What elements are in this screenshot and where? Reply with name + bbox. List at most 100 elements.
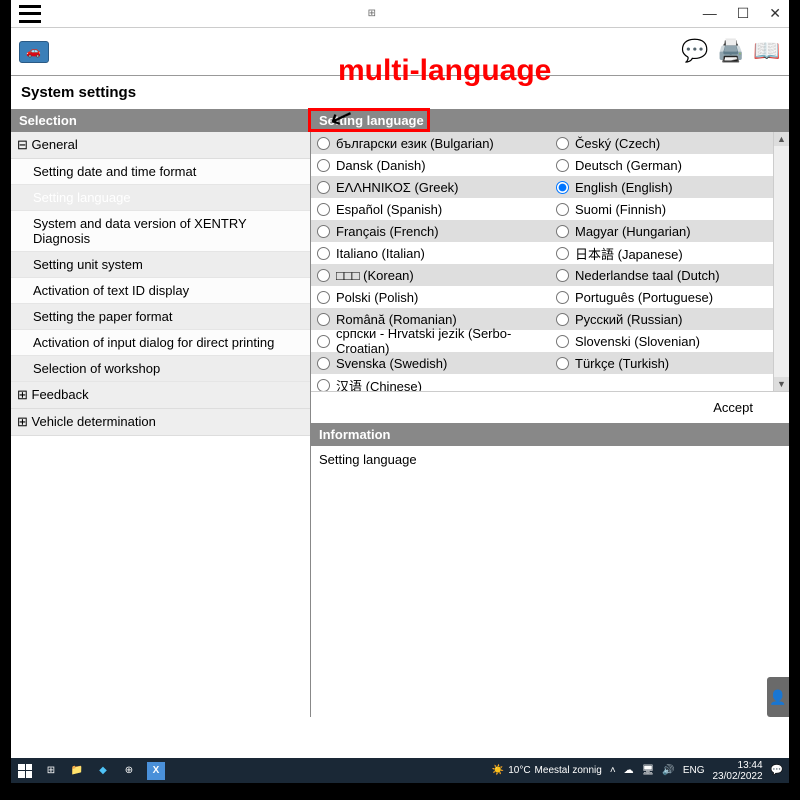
language-option[interactable]: Deutsch (German)	[550, 154, 789, 176]
language-label: Slovenski (Slovenian)	[575, 334, 700, 349]
language-grid: български език (Bulgarian)Český (Czech)D…	[311, 132, 789, 391]
language-option[interactable]: English (English)	[550, 176, 789, 198]
start-button[interactable]	[17, 763, 33, 779]
chat-icon[interactable]: 💬	[681, 38, 709, 66]
language-radio[interactable]	[317, 159, 330, 172]
close-button[interactable]: ✕	[769, 5, 781, 22]
task-view-icon[interactable]: ⊞	[43, 763, 59, 779]
scroll-up-arrow[interactable]: ▲	[774, 132, 789, 146]
language-label: Türkçe (Turkish)	[575, 356, 669, 371]
tray-chevron-icon[interactable]: ˄	[610, 765, 616, 776]
language-option[interactable]: □□□ (Korean)	[311, 264, 550, 286]
language-option[interactable]: 日本語 (Japanese)	[550, 242, 789, 264]
scroll-down-arrow[interactable]: ▼	[774, 377, 789, 391]
language-option[interactable]: Nederlandse taal (Dutch)	[550, 264, 789, 286]
language-label: Dansk (Danish)	[336, 158, 426, 173]
tray-language[interactable]: ENG	[683, 765, 705, 776]
language-option[interactable]: Magyar (Hungarian)	[550, 220, 789, 242]
language-radio[interactable]	[317, 291, 330, 304]
language-option[interactable]: Español (Spanish)	[311, 198, 550, 220]
side-tab-icon[interactable]: 👤	[767, 677, 789, 717]
language-radio[interactable]	[556, 159, 569, 172]
language-option[interactable]: Slovenski (Slovenian)	[550, 330, 789, 352]
language-option	[550, 374, 789, 391]
language-option[interactable]: српски - Hrvatski jezik (Serbo-Croatian)	[311, 330, 550, 352]
tree-item[interactable]: Activation of input dialog for direct pr…	[11, 330, 310, 356]
weather-temp: 10°C	[508, 765, 530, 776]
language-radio[interactable]	[556, 203, 569, 216]
language-label: English (English)	[575, 180, 673, 195]
language-radio[interactable]	[317, 225, 330, 238]
tree-item[interactable]: Setting language	[11, 185, 310, 211]
language-option[interactable]: Svenska (Swedish)	[311, 352, 550, 374]
language-radio[interactable]	[317, 203, 330, 216]
language-label: Português (Portuguese)	[575, 290, 713, 305]
tray-cloud-icon[interactable]: ☁	[624, 765, 634, 776]
hamburger-menu-icon[interactable]	[19, 5, 41, 23]
language-option[interactable]: Dansk (Danish)	[311, 154, 550, 176]
tray-volume-icon[interactable]: 🔊	[662, 765, 674, 776]
language-option[interactable]: Français (French)	[311, 220, 550, 242]
language-option[interactable]: Türkçe (Turkish)	[550, 352, 789, 374]
maximize-button[interactable]: ☐	[737, 5, 750, 22]
main-content: Selection ⊟ GeneralSetting date and time…	[11, 109, 789, 717]
clock-time: 13:44	[712, 760, 762, 771]
language-option[interactable]: Русский (Russian)	[550, 308, 789, 330]
accept-button[interactable]: Accept	[713, 400, 753, 415]
tray-display-icon[interactable]: 🖥	[642, 765, 655, 776]
language-radio[interactable]	[317, 379, 330, 392]
app-x-icon[interactable]: X	[147, 762, 165, 780]
minimize-button[interactable]: —	[703, 5, 717, 22]
sidebar-header: Selection	[11, 109, 310, 132]
tree-group[interactable]: ⊟ General	[11, 132, 310, 159]
weather-widget[interactable]: ☀️ 10°C Meestal zonnig	[492, 765, 602, 776]
language-label: Nederlandse taal (Dutch)	[575, 268, 720, 283]
language-option[interactable]: български език (Bulgarian)	[311, 132, 550, 154]
tree-item[interactable]: Activation of text ID display	[11, 278, 310, 304]
notification-icon[interactable]: 💬	[771, 765, 783, 776]
language-radio[interactable]	[317, 247, 330, 260]
language-radio[interactable]	[317, 313, 330, 326]
language-radio[interactable]	[317, 269, 330, 282]
language-radio[interactable]	[556, 181, 569, 194]
language-option[interactable]: Suomi (Finnish)	[550, 198, 789, 220]
tree-item[interactable]: Setting the paper format	[11, 304, 310, 330]
tree-item[interactable]: Selection of workshop	[11, 356, 310, 382]
language-label: Italiano (Italian)	[336, 246, 425, 261]
language-row: български език (Bulgarian) Český (Czech)	[311, 132, 789, 154]
language-label: Español (Spanish)	[336, 202, 442, 217]
teamviewer-icon[interactable]: ◆	[95, 763, 111, 779]
language-radio[interactable]	[556, 137, 569, 150]
language-option[interactable]: Polski (Polish)	[311, 286, 550, 308]
taskbar-clock[interactable]: 13:44 23/02/2022	[712, 760, 762, 782]
tree-group[interactable]: ⊞ Vehicle determination	[11, 409, 310, 436]
language-row: Polski (Polish) Português (Portuguese)	[311, 286, 789, 308]
language-option[interactable]: ΕΛΛΗΝΙΚΟΣ (Greek)	[311, 176, 550, 198]
language-radio[interactable]	[317, 357, 330, 370]
book-icon[interactable]: 📖	[753, 38, 781, 66]
tree-item[interactable]: Setting unit system	[11, 252, 310, 278]
language-option[interactable]: Italiano (Italian)	[311, 242, 550, 264]
tree-group[interactable]: ⊞ Feedback	[11, 382, 310, 409]
language-radio[interactable]	[317, 335, 330, 348]
language-radio[interactable]	[556, 335, 569, 348]
vehicle-icon[interactable]	[19, 41, 49, 63]
language-radio[interactable]	[556, 269, 569, 282]
language-radio[interactable]	[556, 247, 569, 260]
language-radio[interactable]	[556, 225, 569, 238]
language-option[interactable]: 汉语 (Chinese)	[311, 374, 550, 391]
scrollbar-vertical[interactable]: ▲ ▼	[773, 132, 789, 391]
language-radio[interactable]	[317, 181, 330, 194]
language-label: български език (Bulgarian)	[336, 136, 494, 151]
language-radio[interactable]	[317, 137, 330, 150]
language-option[interactable]: Český (Czech)	[550, 132, 789, 154]
tree-item[interactable]: Setting date and time format	[11, 159, 310, 185]
language-radio[interactable]	[556, 313, 569, 326]
language-radio[interactable]	[556, 291, 569, 304]
language-radio[interactable]	[556, 357, 569, 370]
print-icon[interactable]: 🖨️	[717, 38, 745, 66]
shield-icon[interactable]: ⊕	[121, 763, 137, 779]
file-explorer-icon[interactable]: 📁	[69, 763, 85, 779]
language-option[interactable]: Português (Portuguese)	[550, 286, 789, 308]
tree-item[interactable]: System and data version of XENTRY Diagno…	[11, 211, 310, 252]
